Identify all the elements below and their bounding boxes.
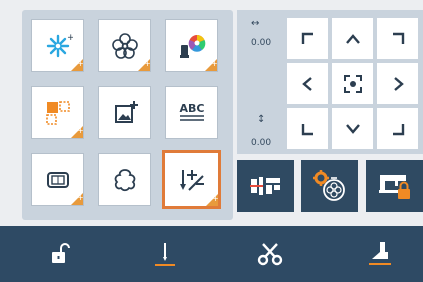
bottom-toolbar [0,226,423,282]
corner-down-left-icon [301,123,313,135]
position-panel: ↔ 0.00 ↕ 0.00 [237,10,423,154]
text-lettering-tile[interactable]: ABC [165,86,218,139]
image-add-tile[interactable] [98,86,151,139]
corner-badge [70,58,83,71]
vertical-value: 0.00 [251,138,272,148]
corner-up-right-icon [392,32,404,44]
sewing-machine-lock-icon [378,175,410,199]
color-palette-icon [179,34,205,58]
corner-badge [70,125,83,138]
thread-cutter-button[interactable] [237,160,294,212]
scissors-button[interactable] [240,226,300,282]
image-add-icon [114,100,138,123]
move-center-button[interactable] [332,63,373,104]
scissors-icon [257,243,283,266]
machine-lock-button[interactable] [366,160,423,212]
move-down-right-button[interactable] [377,108,418,149]
decorative-stitch-icon: + [46,33,73,57]
move-right-button[interactable] [377,63,418,104]
needle-position-icon [155,243,175,266]
pattern-combine-tile[interactable] [31,86,84,139]
unlock-button[interactable] [30,226,90,282]
corner-up-left-icon [301,32,313,44]
hoop-tile[interactable] [31,153,84,206]
stitch-edit-icon [179,169,204,191]
corner-badge [70,192,83,205]
move-up-button[interactable] [332,18,373,59]
move-left-button[interactable] [287,63,328,104]
outline-shape-icon [114,168,135,191]
chevron-right-icon [393,76,404,91]
corner-badge [205,193,218,206]
outline-shape-tile[interactable] [98,153,151,206]
presser-foot-button[interactable] [350,226,410,282]
chevron-left-icon [301,76,312,91]
move-down-left-button[interactable] [287,108,328,149]
horizontal-arrows-icon: ↔ [251,18,260,29]
center-target-icon [343,74,362,93]
corner-down-right-icon [392,123,404,135]
abc-label: ABC [179,102,204,115]
move-up-right-button[interactable] [377,18,418,59]
presser-foot-icon [369,242,391,265]
unlock-icon [52,243,70,263]
pattern-combine-icon [45,100,70,125]
embroidery-flower-icon [111,32,138,59]
decorative-stitch-tile[interactable]: + [31,19,84,72]
svg-text:+: + [67,33,73,43]
embroidery-design-tile[interactable] [98,19,151,72]
corner-badge [204,58,217,71]
stitch-edit-tile[interactable] [162,150,221,209]
horizontal-value: 0.00 [251,38,272,48]
corner-badge [137,58,150,71]
vertical-arrows-icon: ↕ [257,114,266,125]
move-down-button[interactable] [332,108,373,149]
hoop-frame-icon [46,171,69,188]
embroidery-settings-button[interactable] [301,160,358,212]
thread-cutter-icon [249,177,280,195]
move-up-left-button[interactable] [287,18,328,59]
stitch-tile-panel: + + + + ABC + + [22,10,233,220]
embroidery-settings-icon [312,170,345,201]
needle-position-button[interactable] [135,226,195,282]
color-tile[interactable] [165,19,218,72]
text-abc-icon: ABC [179,102,204,121]
chevron-down-icon [345,123,360,134]
chevron-up-icon [345,33,360,44]
